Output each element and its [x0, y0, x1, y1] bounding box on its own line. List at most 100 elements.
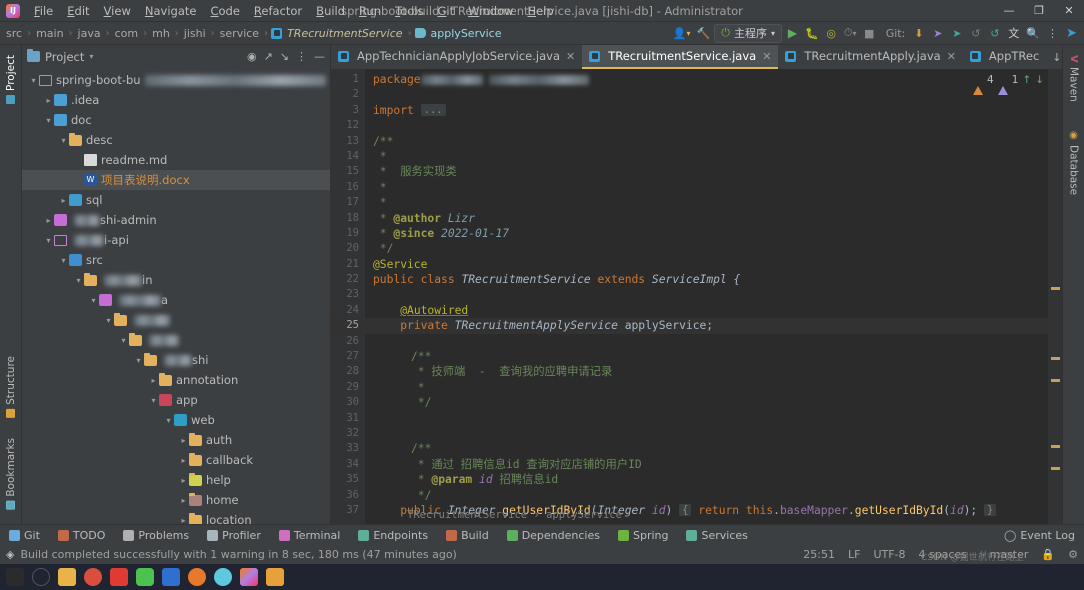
menu-item-file[interactable]: File	[27, 2, 60, 20]
tree-item[interactable]: ▾ web	[22, 410, 330, 430]
chevron-down-icon[interactable]: ▾	[88, 296, 99, 305]
chevron-right-icon[interactable]: ▸	[178, 476, 189, 485]
menu-item-run[interactable]: Run	[352, 2, 388, 20]
chevron-right-icon[interactable]: ▸	[148, 376, 159, 385]
menu-item-edit[interactable]: Edit	[60, 2, 96, 20]
tree-item[interactable]: ▸ .idea	[22, 90, 330, 110]
taskbar-app5-icon[interactable]	[214, 568, 232, 586]
editor-tab[interactable]: AppTechnicianApplyJobService.java ✕	[331, 45, 582, 69]
chevron-down-icon[interactable]: ▾	[43, 236, 54, 245]
code-editor[interactable]: 1 2 3 12 13 14 15 16 17 18 19 20 21 22 23 24 25 26 27 28 29 3…	[331, 69, 1062, 524]
tree-item[interactable]: ▾	[22, 330, 330, 350]
menu-item-window[interactable]: Window	[461, 2, 520, 20]
chevron-down-icon[interactable]: ▾	[163, 416, 174, 425]
lock-icon[interactable]: 🔒	[1041, 548, 1055, 561]
sidebar-item-database[interactable]: ◉ Database	[1066, 124, 1082, 201]
tree-item[interactable]: ▾ in	[22, 270, 330, 290]
chevron-down-icon[interactable]: ▾	[103, 316, 114, 325]
breadcrumb-item-mh[interactable]: mh	[150, 27, 172, 40]
project-tree[interactable]: ▾spring-boot-build▸.idea▾doc▾descreadme.…	[22, 68, 330, 524]
menu-item-navigate[interactable]: Navigate	[138, 2, 204, 20]
tree-item[interactable]: ▸ shi-admin	[22, 210, 330, 230]
profile-button[interactable]: ⏱ ▾	[842, 24, 859, 43]
bottom-tab-spring[interactable]: Spring	[609, 529, 678, 542]
menu-item-git[interactable]: Git	[430, 2, 461, 20]
git-push-icon[interactable]: ➤	[948, 24, 965, 43]
breadcrumb-item-src[interactable]: src	[4, 27, 24, 40]
breadcrumb-item-service[interactable]: service	[218, 27, 261, 40]
build-hammer-icon[interactable]: 🔨	[695, 24, 713, 43]
caret-position[interactable]: 25:51	[803, 548, 835, 561]
sidebar-item-structure[interactable]: Structure	[3, 350, 19, 424]
menu-item-code[interactable]: Code	[203, 2, 246, 20]
editor-scrollbar[interactable]	[1048, 69, 1062, 524]
chevron-down-icon[interactable]: ▾	[58, 256, 69, 265]
chevron-right-icon[interactable]: ▸	[178, 496, 189, 505]
menu-item-help[interactable]: Help	[520, 2, 560, 20]
editor-tab[interactable]: AppTRec	[963, 45, 1046, 69]
taskbar-wechat-icon[interactable]	[136, 568, 154, 586]
chevron-right-icon[interactable]: ▸	[178, 456, 189, 465]
breadcrumb-item-java[interactable]: java	[76, 27, 103, 40]
taskbar-app3-icon[interactable]	[162, 568, 180, 586]
tree-item[interactable]: ▸ auth	[22, 430, 330, 450]
ide-assistant-icon[interactable]: ➤	[1063, 24, 1080, 43]
tree-item[interactable]: ▾ shi	[22, 350, 330, 370]
close-tab-icon[interactable]: ✕	[762, 50, 771, 63]
menu-item-view[interactable]: View	[97, 2, 138, 20]
tab-list-dropdown-icon[interactable]: ↓	[1052, 51, 1061, 64]
minimize-button[interactable]: —	[994, 0, 1024, 22]
tree-item[interactable]: ▸ annotation	[22, 370, 330, 390]
taskbar-intellij-icon[interactable]	[240, 568, 258, 586]
taskbar-app1-icon[interactable]	[84, 568, 102, 586]
chevron-right-icon[interactable]: ▸	[43, 96, 54, 105]
menu-item-refactor[interactable]: Refactor	[247, 2, 309, 20]
tree-item[interactable]: ▾ app	[22, 390, 330, 410]
line-separator[interactable]: LF	[848, 548, 860, 561]
expand-all-icon[interactable]: ↗	[264, 50, 273, 63]
editor-tab[interactable]: TRecruitmentApply.java ✕	[778, 45, 963, 69]
tree-item[interactable]: ▾ spring-boot-build	[22, 70, 330, 90]
chevron-right-icon[interactable]: ▸	[178, 516, 189, 525]
avatar-icon[interactable]: 👤 ▾	[671, 24, 693, 43]
git-history-icon[interactable]: ↺	[967, 24, 984, 43]
tree-item[interactable]: ▸ home	[22, 490, 330, 510]
inspections-widget-icon[interactable]: ⚙	[1068, 548, 1078, 561]
maximize-button[interactable]: ❐	[1024, 0, 1054, 22]
tree-item[interactable]: readme.md	[22, 150, 330, 170]
translate-icon[interactable]: 文	[1005, 24, 1022, 43]
tree-item[interactable]: ▸ sql	[22, 190, 330, 210]
breadcrumb-item-applyservice[interactable]: applyService	[429, 27, 504, 40]
run-coverage-button[interactable]: ◎	[823, 24, 840, 43]
chevron-down-icon[interactable]: ▾	[28, 76, 39, 85]
chevron-down-icon[interactable]: ▾	[43, 116, 54, 125]
breadcrumb-item-main[interactable]: main	[34, 27, 65, 40]
chevron-down-icon[interactable]: ▾	[89, 52, 93, 61]
tree-item[interactable]: ▾ doc	[22, 110, 330, 130]
collapse-all-icon[interactable]: ↘	[280, 50, 289, 63]
close-tab-icon[interactable]: ✕	[947, 50, 956, 63]
next-problem-icon[interactable]: ↓	[1035, 74, 1044, 86]
bottom-tab-build[interactable]: Build	[437, 529, 498, 542]
taskbar-start-icon[interactable]	[6, 568, 24, 586]
code-content[interactable]: package import ... /** * * 服务实现类 * * * @…	[365, 69, 1048, 524]
sidebar-item-maven[interactable]: V Maven	[1066, 49, 1082, 108]
taskbar-explorer-icon[interactable]	[58, 568, 76, 586]
tree-item[interactable]: ▸ location	[22, 510, 330, 524]
editor-gutter[interactable]: 1 2 3 12 13 14 15 16 17 18 19 20 21 22 23 24 25 26 27 28 29 3…	[331, 69, 365, 524]
close-tab-icon[interactable]: ✕	[566, 50, 575, 63]
breadcrumb-item-com[interactable]: com	[113, 27, 141, 40]
sidebar-item-bookmarks[interactable]: Bookmarks	[3, 432, 19, 516]
prev-problem-icon[interactable]: ↑	[1022, 74, 1031, 86]
stop-button[interactable]: ■	[861, 24, 878, 43]
bottom-tab-git[interactable]: Git	[0, 529, 49, 542]
tree-item[interactable]: 项目表说明.docx	[22, 170, 330, 190]
inspection-widget[interactable]: ! 4 ! 1 ↑ ↓	[973, 69, 1046, 95]
breadcrumb-item-trecruitmentservice[interactable]: TRecruitmentService	[285, 27, 404, 40]
taskbar-search-icon[interactable]	[32, 568, 50, 586]
chevron-down-icon[interactable]: ▾	[73, 276, 84, 285]
tree-item[interactable]: ▾ src	[22, 250, 330, 270]
taskbar-app4-icon[interactable]	[188, 568, 206, 586]
tree-item[interactable]: ▾ i-api	[22, 230, 330, 250]
chevron-right-icon[interactable]: ▸	[43, 216, 54, 225]
